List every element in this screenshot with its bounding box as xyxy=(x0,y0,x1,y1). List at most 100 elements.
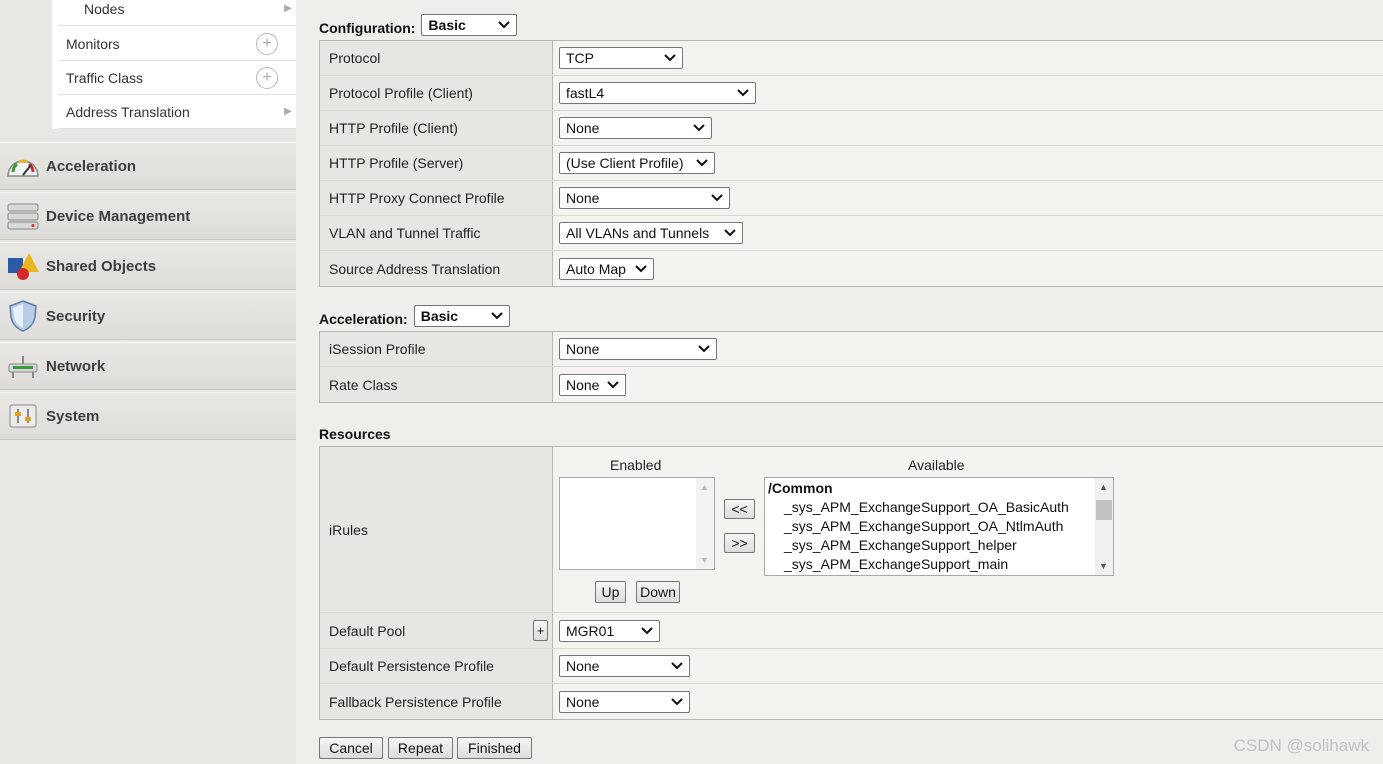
finished-button[interactable]: Finished xyxy=(457,737,532,759)
chevron-down-icon xyxy=(696,157,708,169)
configuration-mode-select[interactable]: Basic xyxy=(421,14,518,36)
configuration-header: Configuration: Basic xyxy=(319,12,518,36)
sliders-icon xyxy=(0,396,46,436)
field-label-text: Default Pool xyxy=(329,622,406,639)
http-profile-client-select[interactable]: None xyxy=(559,117,712,139)
nav-item-label: Security xyxy=(46,307,106,325)
repeat-button[interactable]: Repeat xyxy=(388,737,453,759)
protocol-select[interactable]: TCP xyxy=(559,47,683,69)
enabled-list-header: Enabled xyxy=(610,457,662,473)
section-title: Configuration: xyxy=(319,20,416,36)
field-label: HTTP Profile (Client) xyxy=(320,111,553,145)
scrollbar[interactable]: ▲ ▼ xyxy=(1095,478,1113,575)
submenu-item-label: Monitors xyxy=(66,35,120,52)
nav-item-system[interactable]: System xyxy=(0,392,296,440)
chevron-down-icon xyxy=(498,19,511,31)
nav-item-label: Network xyxy=(46,357,106,375)
move-to-enabled-button[interactable]: << xyxy=(724,499,755,519)
field-label: Default Pool + xyxy=(320,613,553,648)
isession-profile-select[interactable]: None xyxy=(559,338,717,360)
acceleration-table: iSession Profile None Rate Class None xyxy=(319,331,1383,403)
nav-item-label: Shared Objects xyxy=(46,257,157,275)
add-pool-button[interactable]: + xyxy=(533,620,548,641)
protocol-profile-client-select[interactable]: fastL4 xyxy=(559,82,756,104)
field-label: Fallback Persistence Profile xyxy=(320,684,553,719)
default-persistence-profile-select[interactable]: None xyxy=(559,655,690,677)
scrollbar[interactable]: ▲ ▼ xyxy=(696,478,714,569)
list-item[interactable]: _sys_APM_ExchangeSupport_main xyxy=(768,555,1113,574)
fallback-persistence-profile-select[interactable]: None xyxy=(559,690,690,713)
scroll-up-icon: ▲ xyxy=(700,482,709,492)
nav-item-label: Device Management xyxy=(46,207,191,225)
form-row-protocol-profile-client: Protocol Profile (Client) fastL4 xyxy=(320,76,1383,111)
form-row-irules: iRules Enabled Available ▲ ▼ << >> /Comm… xyxy=(320,447,1383,613)
submenu-item-address-translation[interactable]: Address Translation ▶ xyxy=(58,95,296,129)
form-row-http-proxy-connect-profile: HTTP Proxy Connect Profile None xyxy=(320,181,1383,216)
section-title: Resources xyxy=(319,426,391,442)
plus-circle-icon[interactable]: + xyxy=(256,32,278,55)
submenu-item-monitors[interactable]: Monitors + xyxy=(58,27,296,61)
scroll-down-icon: ▼ xyxy=(700,555,709,565)
submenu-item-label: Nodes xyxy=(84,0,125,17)
list-item[interactable]: _sys_APM_ExchangeSupport_OA_BasicAuth xyxy=(768,498,1113,517)
resources-header: Resources xyxy=(319,418,391,442)
nav-item-security[interactable]: Security xyxy=(0,292,296,340)
enabled-irules-list[interactable]: ▲ ▼ xyxy=(559,477,715,570)
submenu-item-label: Address Translation xyxy=(66,103,190,120)
nav-item-shared-objects[interactable]: Shared Objects xyxy=(0,242,296,290)
field-label: HTTP Profile (Server) xyxy=(320,146,553,180)
submenu-item-label: Traffic Class xyxy=(66,69,144,86)
submenu-item-traffic-class[interactable]: Traffic Class + xyxy=(58,61,296,95)
submenu-item-nodes[interactable]: Nodes ▶ xyxy=(58,0,296,26)
vlan-tunnel-traffic-select[interactable]: All VLANs and Tunnels xyxy=(559,222,743,244)
shapes-icon xyxy=(0,246,46,286)
sidebar: Nodes ▶ Monitors + Traffic Class + Addre… xyxy=(0,0,296,764)
nav-item-label: System xyxy=(46,407,100,425)
form-row-default-persistence-profile: Default Persistence Profile None xyxy=(320,649,1383,684)
section-title: Acceleration: xyxy=(319,311,408,327)
form-row-source-address-translation: Source Address Translation Auto Map xyxy=(320,251,1383,286)
plus-circle-icon[interactable]: + xyxy=(256,66,278,89)
available-irules-list[interactable]: /Common _sys_APM_ExchangeSupport_OA_Basi… xyxy=(764,477,1114,576)
move-down-button[interactable]: Down xyxy=(636,581,680,603)
field-label: iRules xyxy=(320,447,553,612)
form-row-isession-profile: iSession Profile None xyxy=(320,332,1383,367)
list-item[interactable]: _sys_APM_ExchangeSupport_helper xyxy=(768,536,1113,555)
field-label: HTTP Proxy Connect Profile xyxy=(320,181,553,215)
scrollbar-thumb[interactable] xyxy=(1096,500,1112,520)
server-icon xyxy=(0,196,46,236)
http-proxy-connect-profile-select[interactable]: None xyxy=(559,187,730,209)
nav-item-acceleration[interactable]: Acceleration xyxy=(0,142,296,190)
default-pool-select[interactable]: MGR01 xyxy=(559,619,660,642)
list-item[interactable]: _sys_APM_ExchangeSupport_OA_NtlmAuth xyxy=(768,517,1113,536)
source-address-translation-select[interactable]: Auto Map xyxy=(559,257,654,280)
select-value: MGR01 xyxy=(566,622,615,639)
shield-icon xyxy=(0,296,46,336)
chevron-down-icon xyxy=(698,343,710,355)
nav-item-network[interactable]: Network xyxy=(0,342,296,390)
http-profile-server-select[interactable]: (Use Client Profile) xyxy=(559,152,715,174)
watermark-text: CSDN @solihawk xyxy=(1233,736,1369,755)
select-value: None xyxy=(566,120,600,136)
select-value: All VLANs and Tunnels xyxy=(566,225,710,241)
field-label: Default Persistence Profile xyxy=(320,649,553,683)
speedometer-icon xyxy=(0,146,46,186)
cancel-button[interactable]: Cancel xyxy=(319,737,383,759)
select-value: Basic xyxy=(420,308,459,324)
chevron-down-icon xyxy=(635,263,647,275)
rate-class-select[interactable]: None xyxy=(559,373,626,396)
select-value: None xyxy=(566,658,600,674)
irules-selector: Enabled Available ▲ ▼ << >> /Common _sys… xyxy=(553,447,1383,612)
move-to-available-button[interactable]: >> xyxy=(724,533,755,553)
field-label: Rate Class xyxy=(320,367,553,402)
select-value: TCP xyxy=(566,50,594,66)
configuration-table: Protocol TCP Protocol Profile (Client) f… xyxy=(319,40,1383,287)
move-up-button[interactable]: Up xyxy=(595,581,626,603)
chevron-down-icon xyxy=(641,625,653,637)
field-label: Protocol xyxy=(320,41,553,75)
acceleration-mode-select[interactable]: Basic xyxy=(413,305,510,327)
list-group-header: /Common xyxy=(768,480,833,496)
form-row-vlan-tunnel-traffic: VLAN and Tunnel Traffic All VLANs and Tu… xyxy=(320,216,1383,251)
nav-item-device-management[interactable]: Device Management xyxy=(0,192,296,240)
network-icon xyxy=(0,346,46,386)
